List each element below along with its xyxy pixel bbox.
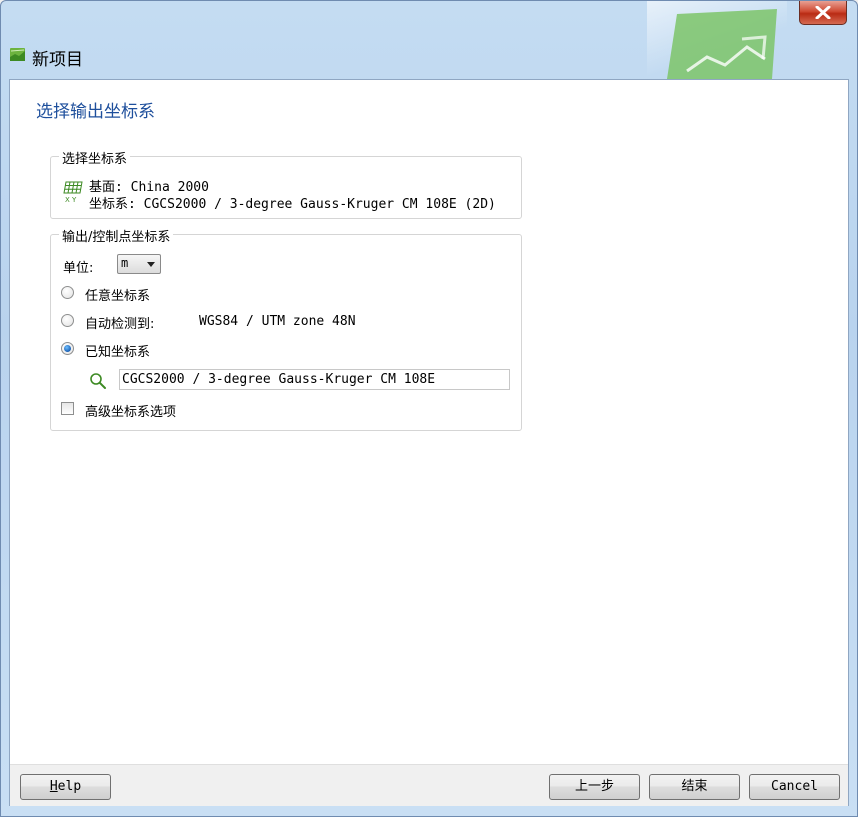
radio-button-checked[interactable] xyxy=(61,342,74,355)
search-icon[interactable] xyxy=(89,372,107,390)
title-bar-decoration xyxy=(647,1,787,79)
help-button[interactable]: Help xyxy=(20,774,111,800)
back-button[interactable]: 上一步 xyxy=(549,774,640,800)
output-crs-group: 输出/控制点坐标系 单位: m 任意坐标系 自动检测到: WGS84 / UTM… xyxy=(50,226,522,431)
checkbox-label: 高级坐标系选项 xyxy=(85,405,177,420)
checkbox[interactable] xyxy=(61,402,74,415)
page-title: 选择输出坐标系 xyxy=(36,102,155,122)
group-legend: 选择坐标系 xyxy=(59,148,131,167)
svg-text:X Y: X Y xyxy=(65,196,77,204)
unit-value: m xyxy=(121,256,129,270)
chevron-down-icon xyxy=(147,262,155,267)
unit-dropdown[interactable]: m xyxy=(117,254,161,274)
selected-crs-group: 选择坐标系 X Y 基面: China 2000 坐标系: CGCS2000 /… xyxy=(50,148,522,219)
app-icon xyxy=(10,48,25,61)
group-legend: 输出/控制点坐标系 xyxy=(59,226,174,245)
radio-label: 任意坐标系 xyxy=(85,289,151,304)
radio-label: 已知坐标系 xyxy=(85,345,151,360)
radio-button[interactable] xyxy=(61,314,74,327)
xy-grid-icon: X Y xyxy=(63,181,83,204)
title-bar[interactable]: 新项目 xyxy=(1,1,857,79)
known-crs-input[interactable]: CGCS2000 / 3-degree Gauss-Kruger CM 108E xyxy=(119,369,510,390)
unit-label: 单位: xyxy=(63,261,94,276)
finish-button[interactable]: 结束 xyxy=(649,774,740,800)
window-title: 新项目 xyxy=(32,50,83,70)
close-icon xyxy=(815,6,831,19)
wizard-page: 选择输出坐标系 选择坐标系 X Y 基面: China 2000 坐标系: CG… xyxy=(9,79,849,806)
radio-label: 自动检测到: xyxy=(85,317,155,332)
crs-text: 坐标系: CGCS2000 / 3-degree Gauss-Kruger CM… xyxy=(89,197,496,212)
radio-button[interactable] xyxy=(61,286,74,299)
cancel-button[interactable]: Cancel xyxy=(749,774,840,800)
close-button[interactable] xyxy=(799,1,847,25)
help-mnemonic: H xyxy=(49,779,58,794)
help-label: elp xyxy=(57,779,82,794)
dialog-window: 新项目 选择输出坐标系 选择坐标系 X Y 基面: China 2000 坐标系… xyxy=(0,0,858,817)
detected-crs-text: WGS84 / UTM zone 48N xyxy=(199,314,356,329)
button-bar: Help 上一步 结束 Cancel xyxy=(10,764,848,806)
